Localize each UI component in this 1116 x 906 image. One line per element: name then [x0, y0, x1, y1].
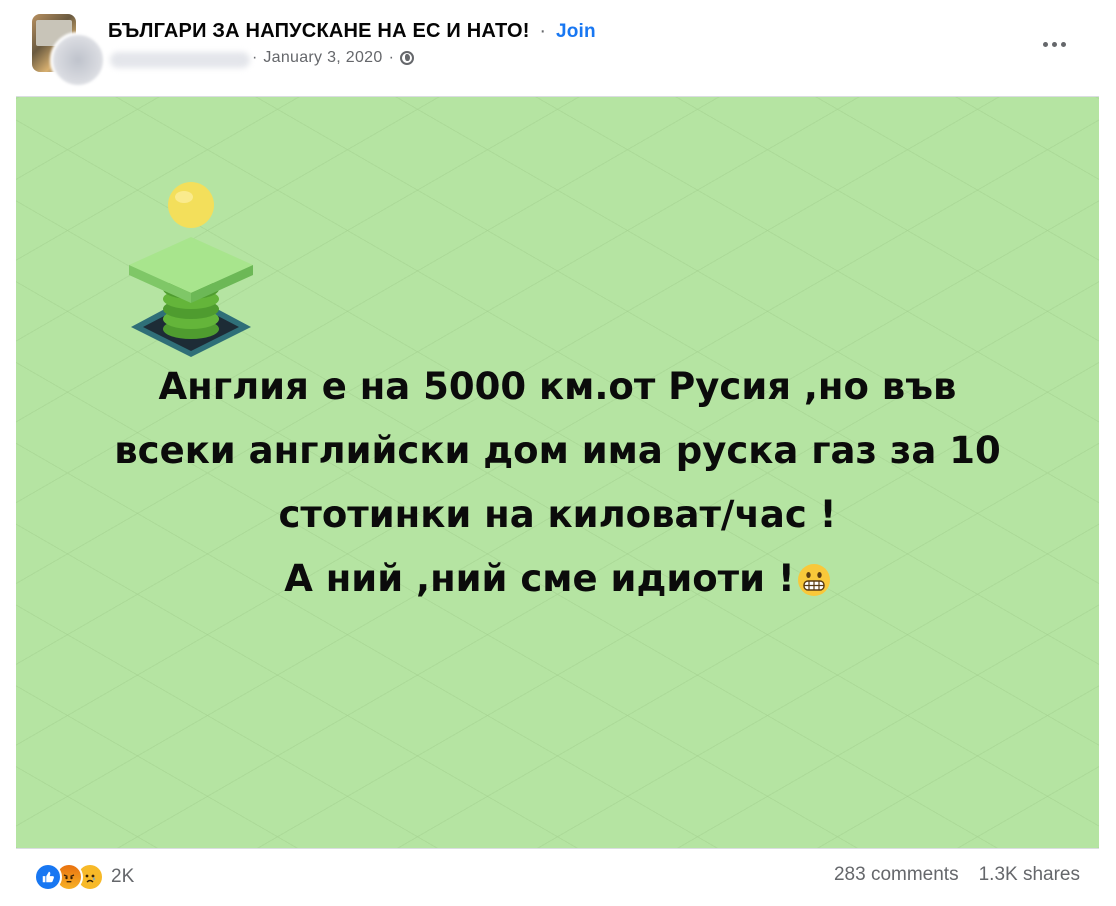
engagement-stats: 283 comments 1.3K shares: [834, 864, 1080, 886]
post-text-line-3: стотинки на киловат/час !: [278, 493, 837, 536]
post-text-line-2: всеки английски дом има руска газ за 10: [114, 429, 1001, 472]
globe-icon[interactable]: [399, 51, 414, 65]
post-image[interactable]: Англия е на 5000 км.от Русия ,но във все…: [16, 96, 1099, 849]
more-options-icon: [1042, 41, 1066, 47]
grimacing-face-icon: [797, 564, 830, 596]
post-text: Англия е на 5000 км.от Русия ,но във все…: [16, 355, 1099, 611]
separator-dot: ·: [539, 20, 547, 42]
post-header: БЪЛГАРИ ЗА НАПУСКАНЕ НА ЕС И НАТО! · Joi…: [0, 0, 1116, 96]
spring-platform-illustration: [129, 182, 253, 357]
facebook-post: БЪЛГАРИ ЗА НАПУСКАНЕ НА ЕС И НАТО! · Joi…: [0, 0, 1116, 906]
like-icon: [34, 863, 62, 891]
reaction-count: 2K: [111, 866, 135, 887]
more-options-button[interactable]: [1034, 26, 1074, 62]
group-name-link[interactable]: БЪЛГАРИ ЗА НАПУСКАНЕ НА ЕС И НАТО!: [108, 20, 530, 42]
comments-count-link[interactable]: 283 comments: [834, 864, 959, 886]
separator-dot: ·: [388, 49, 394, 66]
group-title-line: БЪЛГАРИ ЗА НАПУСКАНЕ НА ЕС И НАТО! · Joi…: [108, 20, 596, 43]
post-footer: 2K 283 comments 1.3K shares: [0, 848, 1116, 906]
post-date-link[interactable]: January 3, 2020: [263, 49, 382, 67]
join-group-link[interactable]: Join: [556, 21, 596, 42]
reactions-summary[interactable]: 2K: [34, 863, 134, 891]
author-avatar[interactable]: [50, 32, 106, 88]
post-meta: · January 3, 2020 ·: [252, 49, 414, 67]
author-name-redacted[interactable]: [110, 52, 250, 68]
post-text-line-4: А ний ,ний сме идиоти !: [284, 557, 795, 600]
shares-count-link[interactable]: 1.3K shares: [979, 864, 1080, 886]
post-text-line-1: Англия е на 5000 км.от Русия ,но във: [158, 365, 957, 408]
separator-dot: ·: [252, 49, 258, 66]
post-text-line-4-wrap: А ний ,ний сме идиоти !: [16, 547, 1099, 611]
